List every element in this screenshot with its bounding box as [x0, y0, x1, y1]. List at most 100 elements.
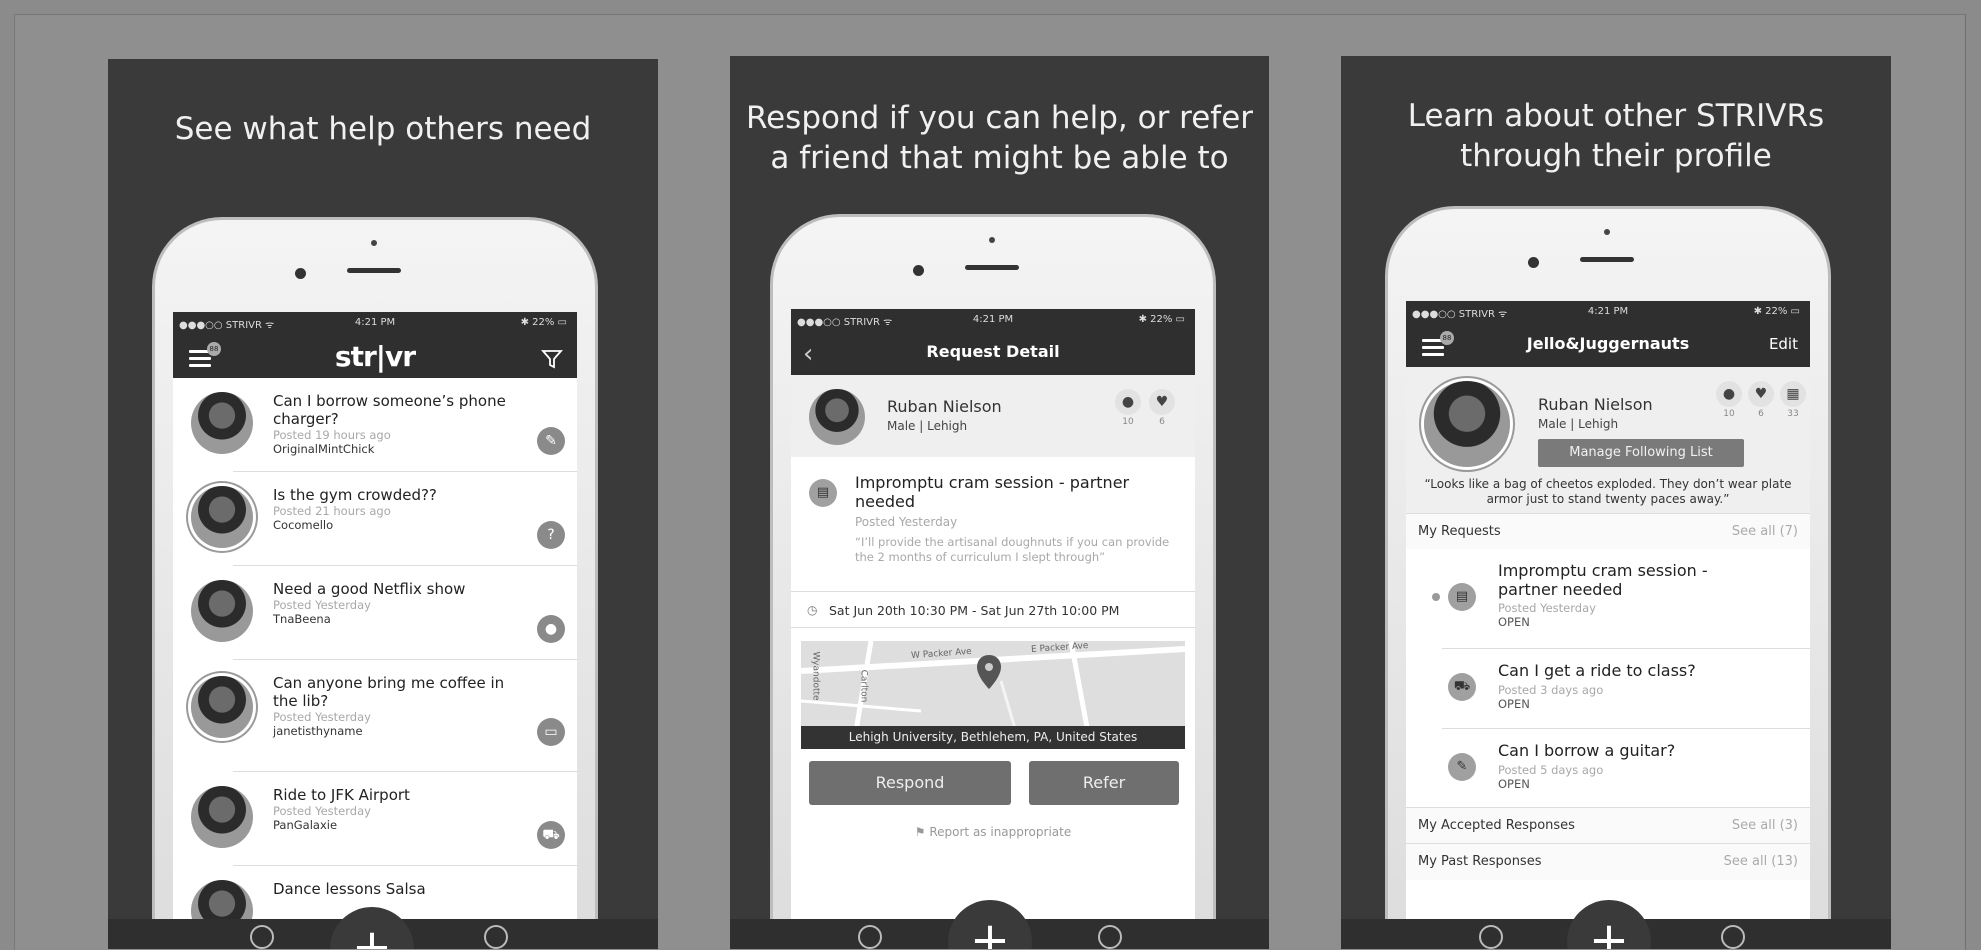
profile-request-item[interactable]: ⛟ Can I get a ride to class? Posted 3 days… [1406, 649, 1810, 729]
accepted-see-all[interactable]: See all (3) [1732, 818, 1798, 833]
requester-sub: Male | Lehigh [887, 419, 968, 433]
request-posted: Posted 19 hours ago [273, 428, 391, 442]
tab-home-icon[interactable] [250, 925, 274, 949]
poster-username[interactable]: Cocomello [273, 518, 333, 532]
stat-value: 33 [1787, 409, 1799, 419]
panel-title-line: See what help others need [174, 111, 592, 147]
requester-avatar[interactable] [809, 389, 865, 445]
profile-avatar [1424, 381, 1510, 467]
panel-profile: Learn about other STRIVRs through their … [1341, 56, 1891, 949]
profile-request-item[interactable]: ✎ Can I borrow a guitar? Posted 5 days ago… [1406, 729, 1810, 809]
request-posted: Posted 5 days ago [1498, 763, 1604, 777]
ribbon-icon: ● [1115, 389, 1141, 415]
feed-item[interactable]: Can anyone bring me coffee in the lib? Po… [173, 660, 577, 772]
stat-helped: ● 10 [1716, 381, 1742, 419]
poster-avatar[interactable] [191, 676, 253, 738]
feed-item[interactable]: Can I borrow someone’s phone charger? Pos… [173, 378, 577, 472]
manage-following-button[interactable]: Manage Following List [1538, 439, 1744, 467]
proximity-sensor [989, 237, 995, 243]
past-responses-row[interactable]: My Past Responses See all (13) [1406, 843, 1810, 880]
proximity-sensor [1604, 229, 1610, 235]
battery-indicator: ✱ 22% ▭ [1753, 306, 1800, 317]
edit-button[interactable]: Edit [1769, 335, 1798, 353]
front-camera [295, 268, 306, 279]
poster-username[interactable]: TnaBeena [273, 612, 331, 626]
panel-detail: Respond if you can help, or refer a frie… [730, 56, 1269, 949]
respond-button[interactable]: Respond [809, 761, 1011, 805]
poster-avatar[interactable] [191, 486, 253, 548]
profile-sub: Male | Lehigh [1538, 417, 1619, 431]
phone-frame: ●●●○○ STRIVR ᯤ 4:21 PM ✱ 22% ▭ 88 Jello&… [1385, 206, 1831, 949]
request-posted: Posted 3 days ago [1498, 683, 1604, 697]
accepted-responses-row[interactable]: My Accepted Responses See all (3) [1406, 807, 1810, 844]
request-posted: Posted Yesterday [855, 515, 958, 529]
profile-name: Ruban Nielson [1538, 395, 1653, 414]
book-icon: ▤ [809, 479, 837, 507]
profile-bio: “Looks like a bag of cheetos exploded. T… [1424, 477, 1792, 506]
poster-avatar[interactable] [191, 392, 253, 454]
phone-screen: ●●●○○ STRIVR ᯤ 4:21 PM ✱ 22% ▭ ‹ Request… [791, 309, 1195, 949]
feed-item[interactable]: Is the gym crowded?? Posted 21 hours ago C… [173, 472, 577, 566]
gift-icon: ▦ [1780, 381, 1806, 407]
ribbon-icon: ● [1716, 381, 1742, 407]
earpiece-speaker [347, 268, 401, 273]
status-bar: ●●●○○ STRIVR ᯤ 4:21 PM ✱ 22% ▭ [173, 312, 577, 334]
my-requests-header[interactable]: My Requests See all (7) [1406, 513, 1810, 550]
poster-username[interactable]: janetisthyname [273, 724, 363, 738]
filter-icon[interactable] [541, 348, 563, 370]
requester-header[interactable]: Ruban Nielson Male | Lehigh ● 10 ♥ 6 [791, 375, 1195, 457]
status-bar: ●●●○○ STRIVR ᯤ 4:21 PM ✱ 22% ▭ [1406, 301, 1810, 323]
request-title: Can I get a ride to class? [1498, 661, 1696, 680]
front-camera [913, 265, 924, 276]
request-title: Impromptu cram session - partner needed [855, 473, 1130, 511]
car-icon: ⛟ [537, 821, 565, 849]
poster-username[interactable]: OriginalMintChick [273, 442, 374, 456]
feed-item[interactable]: Need a good Netflix show Posted Yesterday… [173, 566, 577, 660]
tab-profile-icon[interactable] [1721, 925, 1745, 949]
my-requests-see-all[interactable]: See all (7) [1732, 524, 1798, 539]
pen-icon: ✎ [537, 427, 565, 455]
panel-title-line: Learn about other STRIVRs [1407, 98, 1825, 134]
unread-dot-icon [1432, 593, 1440, 601]
requester-name[interactable]: Ruban Nielson [887, 397, 1002, 416]
request-title: Can I borrow someone’s phone charger? [273, 392, 506, 428]
status-bar: ●●●○○ STRIVR ᯤ 4:21 PM ✱ 22% ▭ [791, 309, 1195, 331]
stat-value: 6 [1159, 417, 1165, 427]
nav-bar: ‹ Request Detail [791, 331, 1195, 375]
poster-username[interactable]: PanGalaxie [273, 818, 337, 832]
time-range: Sat Jun 20th 10:30 PM - Sat Jun 27th 10:… [829, 603, 1120, 618]
feed-item[interactable]: Ride to JFK Airport Posted Yesterday PanGa… [173, 772, 577, 866]
tab-home-icon[interactable] [858, 925, 882, 949]
location-map[interactable]: W Packer Ave E Packer Ave Carlton Wyando… [801, 641, 1185, 749]
profile-request-item[interactable]: ▤ Impromptu cram session - partner needed… [1406, 549, 1810, 649]
tab-profile-icon[interactable] [484, 925, 508, 949]
poster-avatar[interactable] [191, 786, 253, 848]
flag-icon: ⚑ [914, 825, 930, 839]
past-see-all[interactable]: See all (13) [1724, 854, 1798, 869]
refer-button[interactable]: Refer [1029, 761, 1179, 805]
film-icon: ● [537, 615, 565, 643]
clock-icon: ◷ [807, 603, 818, 617]
request-posted: Posted 21 hours ago [273, 504, 391, 518]
panel-title: Respond if you can help, or refer a frie… [730, 98, 1269, 178]
map-pin-icon [977, 655, 1001, 689]
earpiece-speaker [965, 265, 1019, 270]
request-category-icon: ▤ [1448, 583, 1476, 611]
accepted-label: My Accepted Responses [1418, 818, 1575, 833]
stat-likes: ♥ 6 [1149, 389, 1175, 427]
phone-frame: ●●●○○ STRIVR ᯤ 4:21 PM ✱ 22% ▭ ‹ Request… [770, 214, 1216, 949]
clock: 4:21 PM [1587, 306, 1629, 317]
stat-helped: ● 10 [1115, 389, 1141, 427]
tab-profile-icon[interactable] [1098, 925, 1122, 949]
request-title: Need a good Netflix show [273, 580, 466, 598]
tab-home-icon[interactable] [1479, 925, 1503, 949]
nav-title: Jello&Juggernauts [1526, 334, 1690, 353]
past-label: My Past Responses [1418, 854, 1542, 869]
stat-value: 6 [1758, 409, 1764, 419]
report-link[interactable]: ⚑ Report as inappropriate [791, 825, 1195, 839]
request-quote: “I’ll provide the artisanal doughnuts if… [855, 535, 1170, 564]
app-logo: str|vr [334, 340, 416, 373]
poster-avatar[interactable] [191, 580, 253, 642]
phone-screen: ●●●○○ STRIVR ᯤ 4:21 PM ✱ 22% ▭ 88 Jello&… [1406, 301, 1810, 949]
feed-list: Can I borrow someone’s phone charger? Pos… [173, 378, 577, 949]
